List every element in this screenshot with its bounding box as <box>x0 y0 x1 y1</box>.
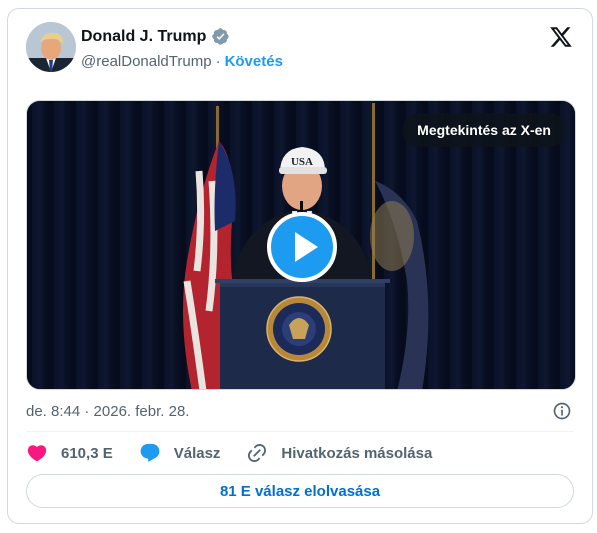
copy-link-button[interactable]: Hivatkozás másolása <box>246 442 432 464</box>
post-timestamp[interactable]: de. 8:44 · 2026. febr. 28. <box>26 403 189 420</box>
author-name[interactable]: Donald J. Trump <box>81 28 206 46</box>
embedded-post-card: Donald J. Trump @realDonaldTrump · Követés <box>7 8 593 524</box>
video-thumbnail[interactable]: USA Megtekintés az X-en <box>26 100 576 390</box>
read-replies-button[interactable]: 81 E válasz elolvasása <box>26 474 574 508</box>
like-button[interactable]: 610,3 E <box>26 442 113 464</box>
action-bar: 610,3 E Válasz Hivatkozás másolása <box>26 442 458 464</box>
reply-bubble-icon <box>140 443 160 462</box>
follow-button[interactable]: Követés <box>225 53 283 70</box>
cap-text: USA <box>291 156 313 168</box>
heart-icon <box>27 445 47 462</box>
separator: · <box>215 53 221 70</box>
divider <box>26 431 574 432</box>
author-handle[interactable]: @realDonaldTrump <box>81 53 212 70</box>
author-row: Donald J. Trump <box>81 27 230 46</box>
avatar[interactable] <box>26 22 76 72</box>
x-logo-icon[interactable] <box>549 25 573 49</box>
reply-label: Válasz <box>173 444 221 462</box>
info-icon[interactable] <box>552 401 572 421</box>
play-icon[interactable] <box>267 212 337 282</box>
like-count: 610,3 E <box>61 444 113 462</box>
handle-row: @realDonaldTrump · Követés <box>81 53 283 70</box>
link-icon <box>248 443 267 463</box>
verified-badge-icon <box>211 27 230 46</box>
view-on-x-button[interactable]: Megtekintés az X-en <box>402 113 566 147</box>
reply-button[interactable]: Válasz <box>139 442 221 464</box>
copy-link-label: Hivatkozás másolása <box>281 444 433 462</box>
